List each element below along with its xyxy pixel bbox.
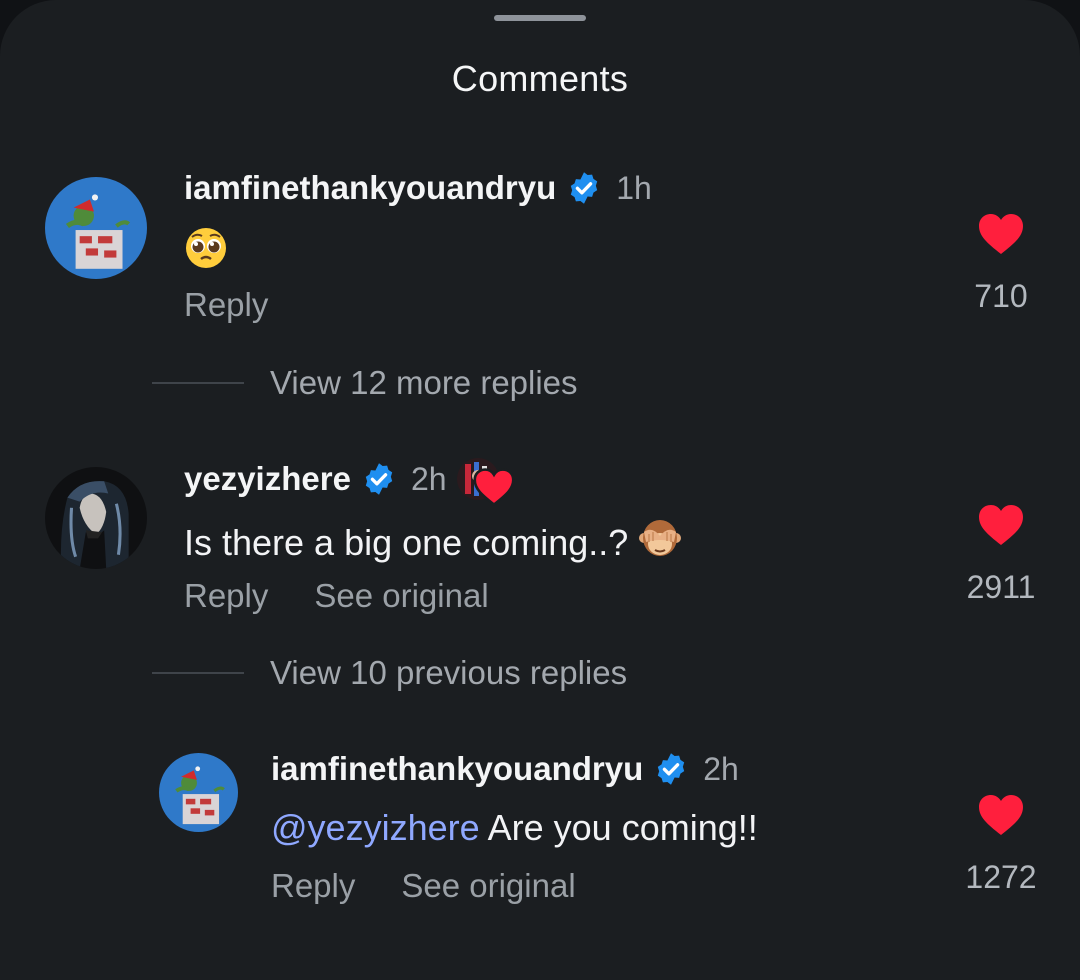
pleading-face-icon [184, 226, 228, 279]
like-count: 1272 [965, 859, 1037, 895]
mention-link[interactable]: @yezyizhere [271, 807, 480, 849]
reply-username[interactable]: iamfinethankyouandryu [271, 750, 643, 788]
view-more-replies-button[interactable]: View 12 more replies [152, 364, 578, 402]
view-replies-label: View 12 more replies [270, 364, 578, 401]
drag-handle[interactable] [494, 15, 586, 21]
comments-sheet: Comments iamfinethankyouandryu 1h Reply … [0, 0, 1080, 980]
view-previous-replies-button[interactable]: View 10 previous replies [152, 654, 627, 692]
sheet-title: Comments [451, 58, 629, 99]
like-count: 2911 [966, 569, 1036, 605]
like-button[interactable]: 2911 [956, 503, 1046, 606]
see-no-evil-monkey-icon [638, 516, 682, 569]
comment-username[interactable]: yezyizhere [184, 460, 351, 498]
comment-text: Is there a big one coming..? [184, 516, 682, 569]
reply-button[interactable]: Reply [184, 286, 268, 324]
reply-text-content: Are you coming!! [479, 807, 758, 848]
reply-button[interactable]: Reply [184, 577, 268, 615]
reply-text: @yezyizhere Are you coming!! [271, 807, 758, 849]
verified-icon [566, 170, 602, 206]
comment-time: 2h [410, 460, 447, 497]
like-button[interactable]: 1272 [956, 793, 1046, 896]
like-button[interactable]: 710 [956, 212, 1046, 315]
divider-line [152, 382, 244, 384]
heart-icon [956, 503, 1046, 547]
see-original-button[interactable]: See original [401, 867, 575, 905]
author-liked-avatar-icon [456, 458, 515, 507]
heart-icon [956, 793, 1046, 837]
avatar[interactable] [45, 177, 147, 279]
comment-text [184, 226, 228, 279]
heart-icon [956, 212, 1046, 256]
avatar[interactable] [159, 753, 238, 832]
comment-username[interactable]: iamfinethankyouandryu [184, 169, 556, 207]
divider-line [152, 672, 244, 674]
reply-time: 2h [703, 750, 739, 787]
reply-button[interactable]: Reply [271, 867, 355, 905]
comment-text-content: Is there a big one coming..? [184, 521, 629, 563]
see-original-button[interactable]: See original [314, 577, 488, 615]
comment-time: 1h [616, 169, 652, 206]
verified-icon [361, 461, 397, 497]
verified-icon [653, 751, 689, 787]
heart-icon [472, 468, 515, 507]
view-replies-label: View 10 previous replies [270, 654, 628, 691]
like-count: 710 [974, 278, 1028, 314]
avatar[interactable] [45, 467, 147, 569]
